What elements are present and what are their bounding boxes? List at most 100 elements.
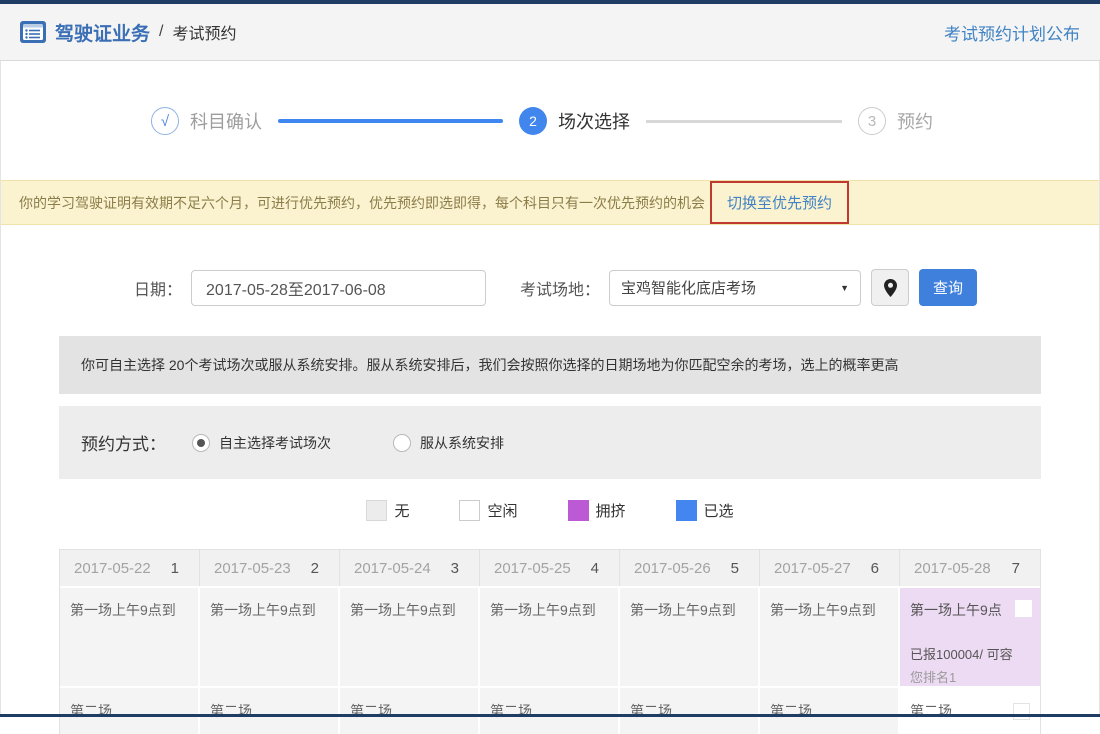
legend-item: 无 [366,500,409,521]
schedule-date-header: 2017-05-22 1 [60,550,200,586]
step-1-label: 科目确认 [190,112,262,132]
session-cell: 第二场 [340,686,480,734]
session-cell: 第一场上午9点到 [60,586,200,686]
step-connector-pending [646,119,842,123]
radio-selected-icon[interactable] [192,433,210,452]
session-label: 第二场 [490,703,532,719]
session-label: 第二场 [210,703,252,719]
session-cell: 第一场上午9点到 [340,586,480,686]
booking-mode-option[interactable]: 服从系统安排 [393,433,504,453]
session-label: 第一场上午9点到 [70,602,176,618]
schedule-date-header: 2017-05-27 6 [760,550,900,586]
legend-item: 已选 [675,500,734,521]
breadcrumb-separator: / [159,23,164,40]
legend-swatch [366,500,388,521]
priority-notice-text: 你的学习驾驶证明有效期不足六个月，可进行优先预约，优先预约即选即得，每个科目只有… [19,194,705,211]
list-icon [20,21,46,43]
session-cell: 第一场上午9点到 [620,586,760,686]
legend-item: 空闲 [459,500,518,521]
session-label: 第二场 [350,703,392,719]
legend: 无 空闲 拥挤 已选 [1,500,1099,521]
header-daynum: 4 [590,559,599,577]
session-cell: 第二场 [760,686,900,734]
filter-bar: 日期： 考试场地： 宝鸡智能化底店考场 ▼ 查询 [134,269,1099,306]
switch-priority-link[interactable]: 切换至优先预约 [727,195,832,212]
session-cell: 第二场 [480,686,620,734]
session-label: 第一场上午9点 [910,602,1002,618]
session-label: 第二场 [910,703,952,719]
step-indicator: √ 科目确认 2 场次选择 3 预约 [1,61,1099,180]
schedule-date-header: 2017-05-26 5 [620,550,760,586]
breadcrumb-current: 考试预约 [172,26,237,43]
step-2-circle: 2 [519,107,547,135]
date-label: 日期： [134,281,183,299]
header-date: 2017-05-27 [774,559,851,577]
breadcrumb: 驾驶证业务 / 考试预约 [20,19,236,46]
exam-plan-link[interactable]: 考试预约计划公布 [944,20,1080,45]
session-cell: 第二场 [60,686,200,734]
session-cell: 第一场上午9点到 [480,586,620,686]
legend-label: 空闲 [487,503,518,520]
schedule-date-header: 2017-05-25 4 [480,550,620,586]
legend-swatch [459,500,481,521]
schedule-row-2: 第二场 第二场 第二场 第二场 第二场 第二场 第二场 [60,686,1040,734]
schedule-table: 2017-05-22 1 2017-05-23 2 2017-05-24 3 2017-05… [59,549,1041,734]
session-checkbox[interactable] [1015,600,1032,617]
radio-unselected-icon[interactable] [393,433,411,452]
location-pin-icon [883,278,897,297]
session-label: 第一场上午9点到 [350,602,456,618]
legend-swatch [675,500,697,521]
radio-label: 服从系统安排 [420,434,504,451]
header-daynum: 2 [310,559,319,577]
header-date: 2017-05-26 [634,559,711,577]
header-date: 2017-05-23 [214,559,291,577]
session-label: 第一场上午9点到 [770,602,876,618]
header-date: 2017-05-24 [354,559,431,577]
header-date: 2017-05-25 [494,559,571,577]
schedule-header-row: 2017-05-22 1 2017-05-23 2 2017-05-24 3 2017-05… [60,550,1040,586]
page-header: 驾驶证业务 / 考试预约 考试预约计划公布 [0,4,1100,61]
booking-mode-label: 预约方式： [81,435,166,454]
header-daynum: 3 [450,559,459,577]
header-date: 2017-05-22 [74,559,151,577]
session-cell[interactable]: 第一场上午9点 已报100004/ 可容 您排名1 [900,586,1040,686]
session-label: 第二场 [70,703,112,719]
map-location-button[interactable] [871,269,910,306]
schedule-date-header: 2017-05-24 3 [340,550,480,586]
header-daynum: 7 [1011,559,1020,577]
breadcrumb-root[interactable]: 驾驶证业务 [55,19,150,46]
venue-select[interactable]: 宝鸡智能化底店考场 ▼ [609,269,862,306]
header-date: 2017-05-28 [914,559,991,577]
booking-mode-bar: 预约方式： 自主选择考试场次 服从系统安排 [59,406,1041,479]
session-label: 第一场上午9点到 [490,602,596,618]
radio-label: 自主选择考试场次 [219,434,331,451]
header-daynum: 1 [170,559,179,577]
session-cell: 第二场 [620,686,760,734]
step-3-circle: 3 [858,107,886,135]
session-label: 第二场 [770,703,812,719]
step-connector-done [278,119,503,123]
main-card: √ 科目确认 2 场次选择 3 预约 你的学习驾驶证明有效期不足六个月，可进行优… [0,61,1100,734]
search-button[interactable]: 查询 [919,269,978,306]
session-label: 第一场上午9点到 [210,602,316,618]
step-3-label: 预约 [897,112,933,132]
header-daynum: 6 [870,559,879,577]
venue-select-value: 宝鸡智能化底店考场 [621,280,757,297]
header-daynum: 5 [730,559,739,577]
legend-label: 无 [394,503,410,520]
session-cell: 第一场上午9点到 [200,586,340,686]
chevron-down-icon: ▼ [840,282,850,293]
priority-notice-bar: 你的学习驾驶证明有效期不足六个月，可进行优先预约，优先预约即选即得，每个科目只有… [1,180,1099,225]
date-range-input[interactable] [191,269,487,306]
session-cell: 第二场 [200,686,340,734]
session-cell[interactable]: 第二场 [900,686,1040,734]
session-label: 第二场 [630,703,672,719]
legend-label: 拥挤 [595,503,626,520]
schedule-row-1: 第一场上午9点到 第一场上午9点到 第一场上午9点到 第一场上午9点到 第一场上午9点到… [60,586,1040,686]
schedule-date-header: 2017-05-23 2 [200,550,340,586]
booking-mode-options: 自主选择考试场次 服从系统安排 [192,433,566,453]
booking-mode-option[interactable]: 自主选择考试场次 [192,433,331,453]
session-cell: 第一场上午9点到 [760,586,900,686]
venue-label: 考试场地： [520,281,601,299]
annotation-red-box: 切换至优先预约 [710,181,850,224]
